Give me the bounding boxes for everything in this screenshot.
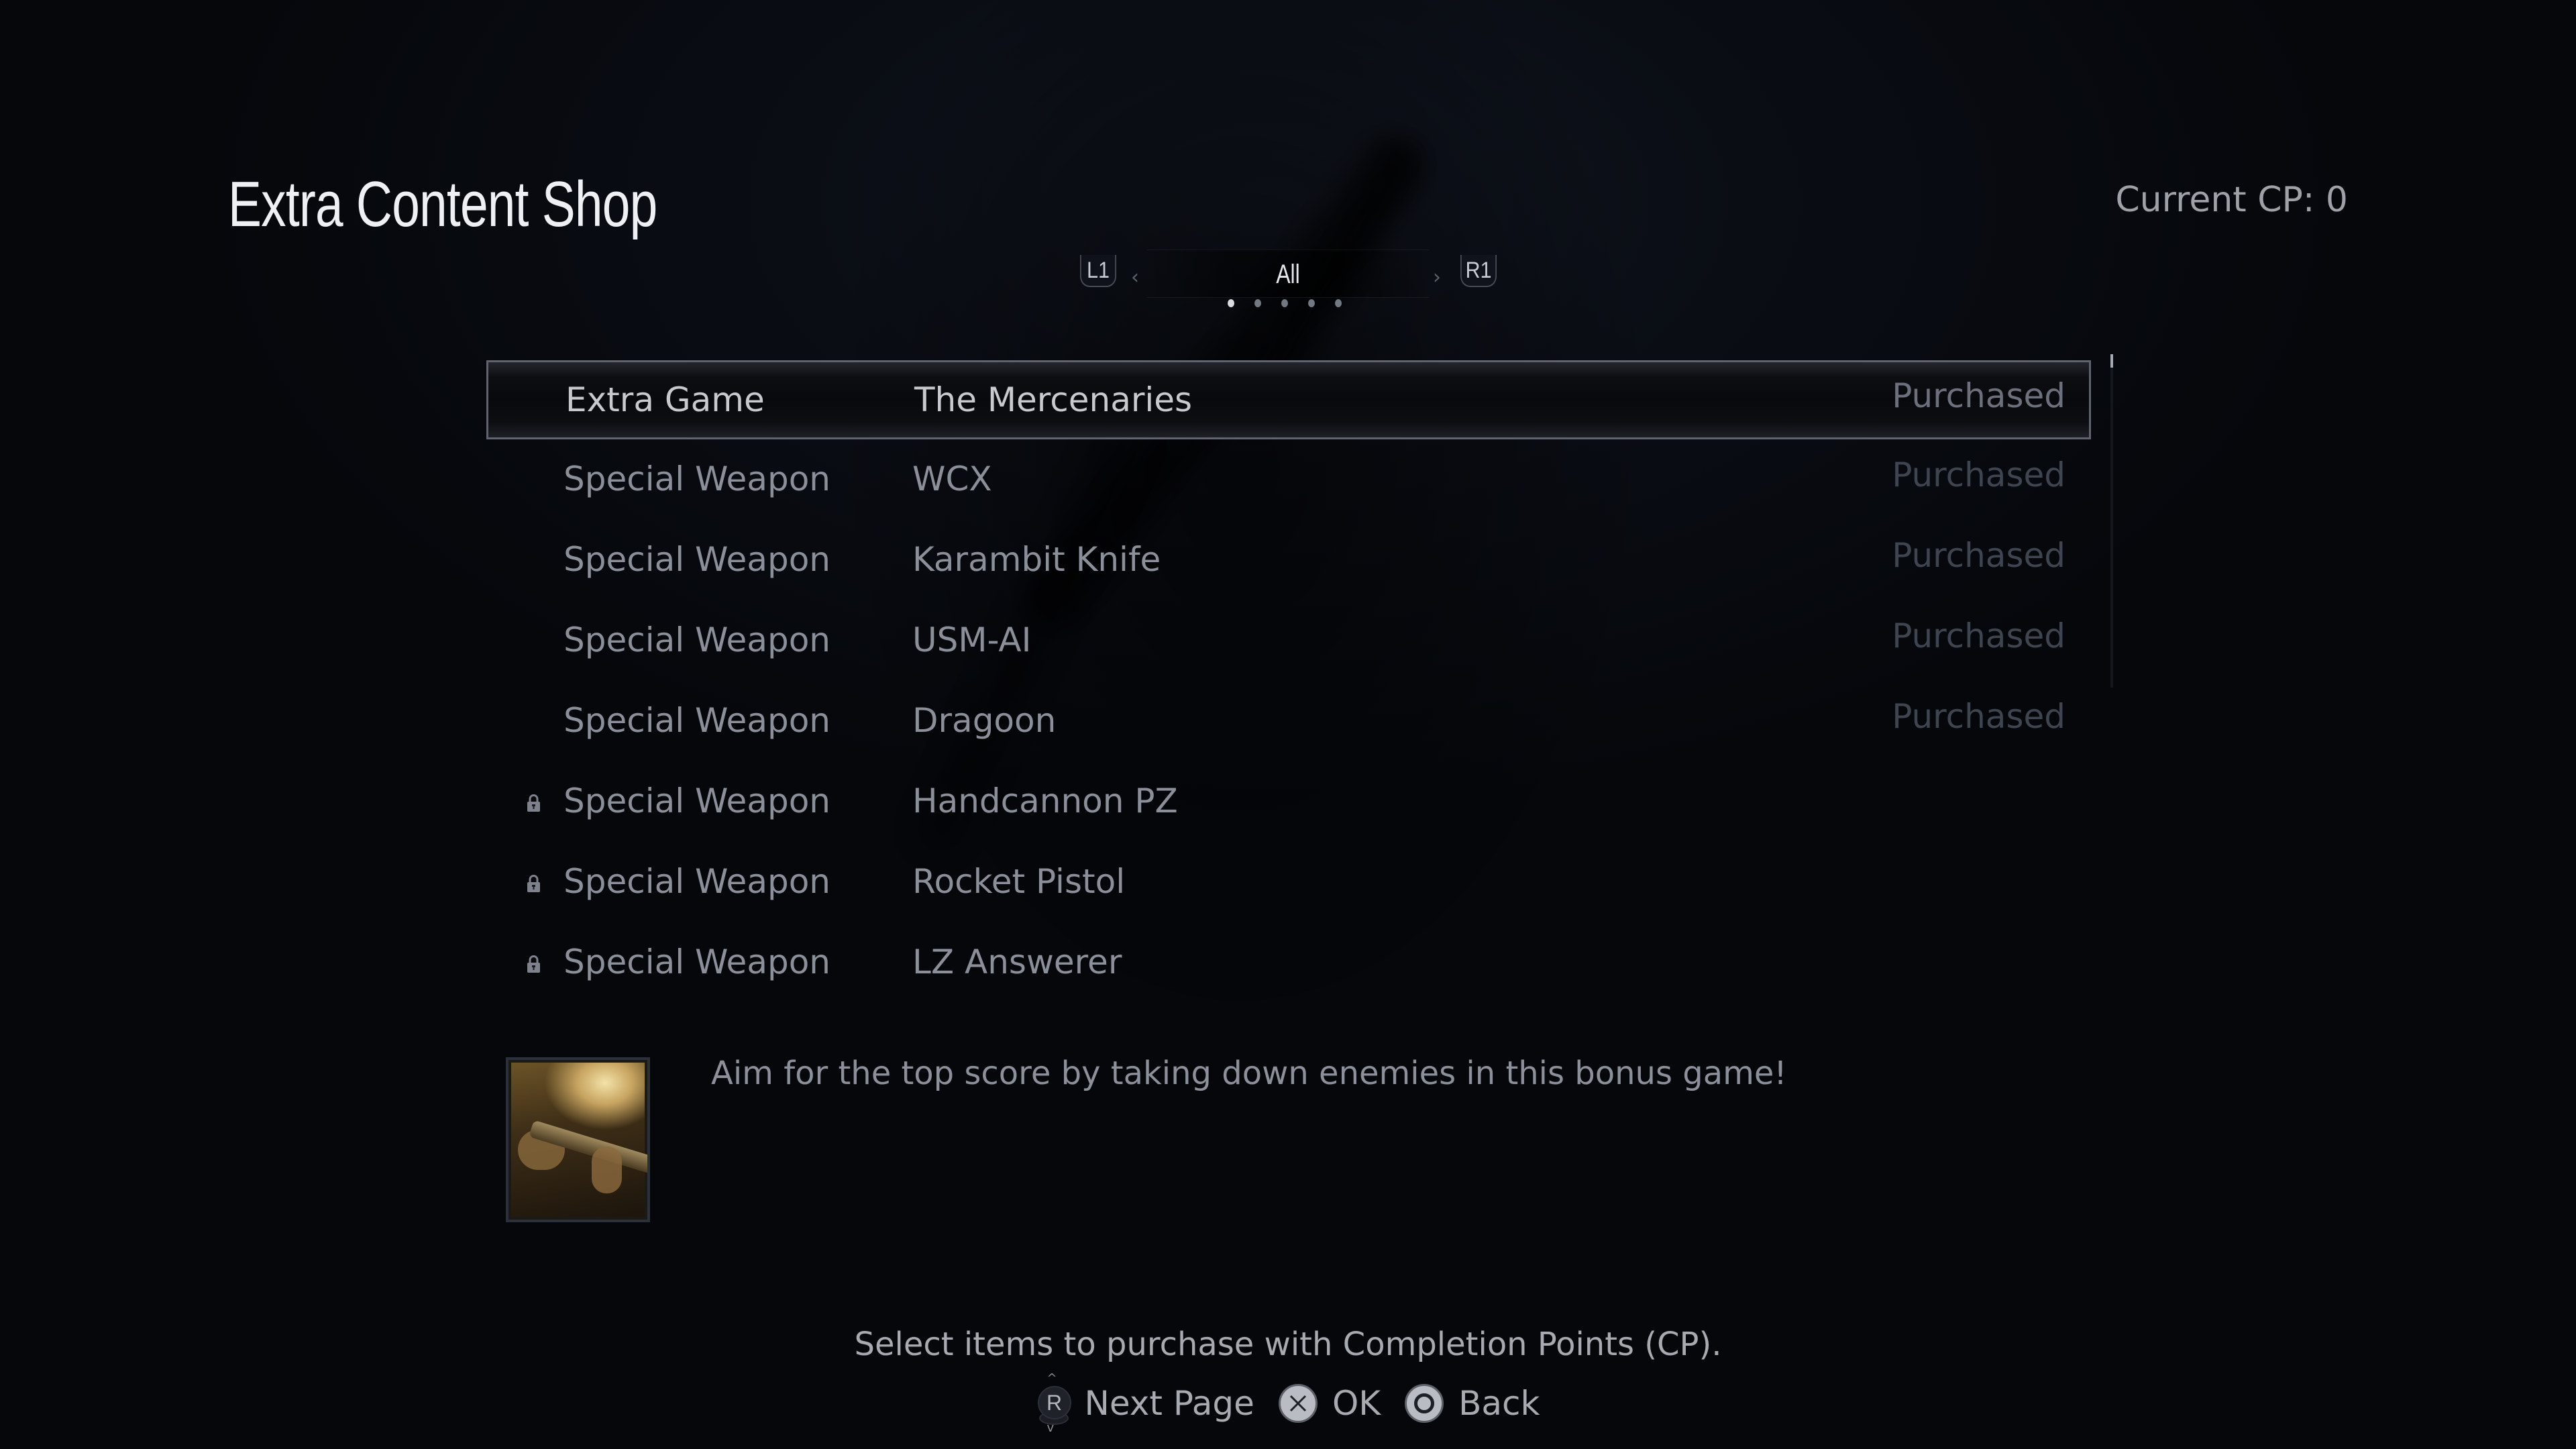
- page-dot: [1281, 299, 1288, 307]
- item-category: Special Weapon: [564, 701, 830, 740]
- page-indicator: [1228, 299, 1342, 307]
- list-item[interactable]: Extra Game The Mercenaries Purchased: [486, 360, 2091, 439]
- item-category: Special Weapon: [564, 460, 830, 498]
- arrow-down-icon: v: [1046, 1421, 1055, 1435]
- category-tab-bar: L1 ‹ All › R1: [1073, 250, 1503, 317]
- back-control[interactable]: Back: [1405, 1384, 1540, 1423]
- item-thumbnail: [506, 1057, 650, 1222]
- footer-hint: Select items to purchase with Completion…: [854, 1326, 1722, 1363]
- list-item[interactable]: Special Weapon USM-AI Purchased: [486, 600, 2091, 681]
- item-name: WCX: [912, 460, 992, 498]
- arrow-up-icon: ^: [1046, 1371, 1057, 1385]
- ok-control[interactable]: OK: [1278, 1384, 1381, 1423]
- list-item[interactable]: Special Weapon Karambit Knife Purchased: [486, 520, 2091, 600]
- list-item[interactable]: Special Weapon WCX Purchased: [486, 439, 2091, 520]
- item-status: Purchased: [1892, 616, 2065, 655]
- cross-glyph: [1289, 1395, 1306, 1412]
- tab-label-container: All: [1147, 250, 1429, 298]
- current-cp: Current CP: 0: [2115, 180, 2348, 220]
- item-category: Special Weapon: [564, 621, 830, 659]
- next-page-label: Next Page: [1084, 1384, 1254, 1423]
- list-item[interactable]: Special Weapon Rocket Pistol: [486, 842, 2091, 922]
- item-name: LZ Answerer: [912, 943, 1122, 981]
- item-name: Handcannon PZ: [912, 782, 1178, 820]
- page-dot: [1335, 299, 1342, 307]
- item-name: Dragoon: [912, 701, 1057, 740]
- item-name: The Mercenaries: [914, 380, 1193, 419]
- lock-icon: [527, 794, 540, 812]
- stick-knob: R: [1037, 1386, 1071, 1419]
- control-hints: ^ R v Next Page OK Back: [0, 1371, 2576, 1435]
- tab-current[interactable]: All: [1175, 260, 1401, 290]
- item-description: Aim for the top score by taking down ene…: [711, 1055, 1787, 1092]
- item-category: Special Weapon: [564, 943, 830, 981]
- page-dot: [1308, 299, 1315, 307]
- scrollbar-thumb[interactable]: [2110, 354, 2113, 368]
- item-list: Extra Game The Mercenaries Purchased Specia…: [486, 360, 2091, 1003]
- chevron-right-icon[interactable]: ›: [1433, 266, 1441, 289]
- next-page-control[interactable]: ^ R v Next Page: [1036, 1371, 1254, 1435]
- list-item[interactable]: Special Weapon Dragoon Purchased: [486, 681, 2091, 761]
- page-title: Extra Content Shop: [228, 168, 657, 240]
- item-name: Rocket Pistol: [912, 862, 1126, 901]
- list-item[interactable]: Special Weapon LZ Answerer: [486, 922, 2091, 1003]
- item-category: Special Weapon: [564, 782, 830, 820]
- circle-button-icon: [1405, 1384, 1444, 1423]
- item-category: Special Weapon: [564, 862, 830, 901]
- item-name: Karambit Knife: [912, 540, 1161, 579]
- item-category: Special Weapon: [564, 540, 830, 579]
- item-name: USM-AI: [912, 621, 1032, 659]
- chevron-left-icon[interactable]: ‹: [1131, 266, 1139, 289]
- item-status: Purchased: [1892, 536, 2065, 575]
- item-status: Purchased: [1892, 376, 2065, 415]
- back-label: Back: [1458, 1384, 1540, 1423]
- right-stick-icon: ^ R v: [1036, 1371, 1071, 1435]
- item-status: Purchased: [1892, 697, 2065, 736]
- list-item[interactable]: Special Weapon Handcannon PZ: [486, 761, 2091, 842]
- thumbnail-hand: [592, 1146, 622, 1193]
- page-dot: [1254, 299, 1261, 307]
- cross-button-icon: [1278, 1384, 1318, 1423]
- r1-button[interactable]: R1: [1460, 255, 1497, 287]
- scrollbar[interactable]: [2110, 354, 2113, 688]
- l1-button[interactable]: L1: [1080, 255, 1116, 287]
- circle-glyph: [1414, 1393, 1435, 1413]
- lock-icon: [527, 955, 540, 973]
- lock-icon: [527, 875, 540, 892]
- item-status: Purchased: [1892, 455, 2065, 494]
- mercenaries-thumbnail-icon: [511, 1063, 647, 1217]
- page-dot: [1228, 299, 1234, 307]
- ok-label: OK: [1332, 1384, 1381, 1423]
- item-category: Extra Game: [566, 380, 765, 419]
